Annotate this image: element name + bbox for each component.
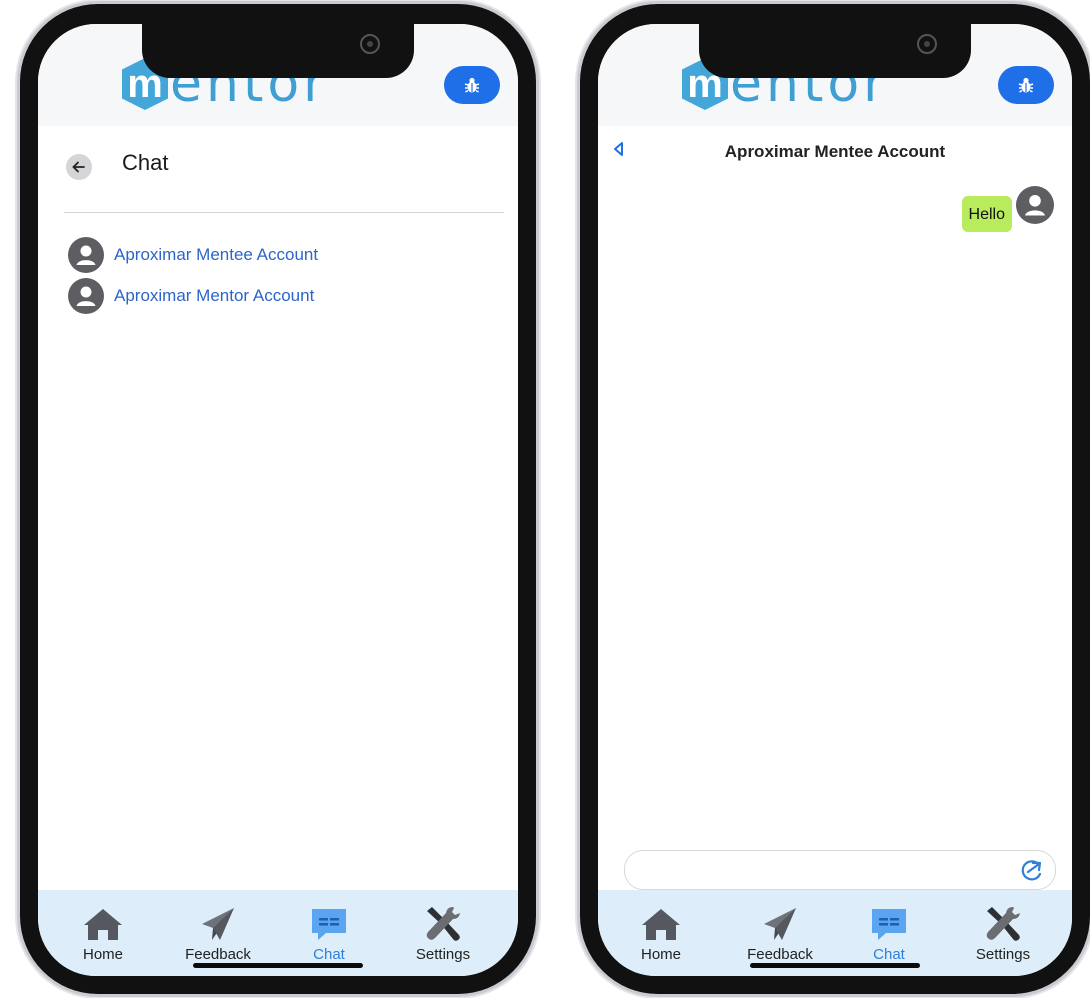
camera-icon [917, 34, 937, 54]
message-input[interactable] [639, 857, 1007, 883]
home-icon [642, 909, 680, 940]
tab-settings[interactable]: Settings [398, 906, 488, 963]
message-bubble: Hello [961, 196, 1012, 232]
chat-icon [872, 909, 906, 940]
chat-header: Chat [64, 148, 504, 213]
paper-plane-icon [202, 908, 234, 940]
tab-feedback[interactable]: Feedback [735, 906, 825, 963]
contact-item[interactable]: Aproximar Mentee Account [68, 234, 498, 275]
home-indicator[interactable] [193, 963, 363, 968]
screen: m entor + Aproximar Mentee Account Hello [598, 24, 1072, 976]
conversation-header: Aproximar Mentee Account [598, 136, 1072, 176]
tab-label: Feedback [185, 946, 251, 963]
tab-chat[interactable]: Chat [284, 906, 374, 963]
home-icon [84, 909, 122, 940]
tab-feedback[interactable]: Feedback [173, 906, 263, 963]
phone-conversation: m entor + Aproximar Mentee Account Hello [578, 4, 1090, 994]
message-composer [624, 850, 1056, 890]
notch [142, 24, 414, 78]
tab-label: Settings [415, 946, 471, 963]
screen: m entor + Chat [38, 24, 518, 976]
send-icon[interactable] [1019, 857, 1045, 883]
tab-label: Home [640, 946, 681, 963]
tab-home[interactable]: Home [58, 906, 148, 963]
message-row: Hello [961, 186, 1054, 232]
camera-icon [360, 34, 380, 54]
user-circle-icon [68, 236, 104, 273]
phone-chat-list: m entor + Chat [18, 4, 538, 994]
tab-settings[interactable]: Settings [958, 906, 1048, 963]
notch [699, 24, 971, 78]
page-title: Chat [122, 150, 169, 175]
tab-label: Chat [873, 946, 905, 963]
chat-icon [312, 909, 346, 940]
tab-bar: Home Feedback Chat Settings [38, 890, 518, 976]
tab-chat[interactable]: Chat [844, 906, 934, 963]
tab-label: Home [82, 946, 123, 963]
tab-home[interactable]: Home [616, 906, 706, 963]
paper-plane-icon [764, 908, 796, 940]
tools-icon [986, 907, 1020, 941]
contact-list: Aproximar Mentee Account Aproximar Mento… [68, 234, 498, 316]
tools-icon [426, 907, 460, 941]
tab-bar: Home Feedback Chat Settings [598, 890, 1072, 976]
contact-item[interactable]: Aproximar Mentor Account [68, 275, 498, 316]
conversation-title: Aproximar Mentee Account [724, 142, 946, 161]
home-indicator[interactable] [750, 963, 920, 968]
contact-name[interactable]: Aproximar Mentee Account [114, 245, 318, 265]
arrow-left-icon [72, 161, 85, 173]
tab-label: Settings [975, 946, 1031, 963]
tab-label: Feedback [747, 946, 813, 963]
back-button[interactable] [66, 154, 92, 180]
report-bug-button[interactable] [444, 66, 500, 104]
user-circle-icon [68, 277, 104, 314]
bug-icon [464, 77, 480, 93]
user-circle-icon [1016, 186, 1054, 224]
contact-name[interactable]: Aproximar Mentor Account [114, 286, 314, 306]
report-bug-button[interactable] [998, 66, 1054, 104]
tab-label: Chat [313, 946, 345, 963]
bug-icon [1018, 77, 1034, 93]
